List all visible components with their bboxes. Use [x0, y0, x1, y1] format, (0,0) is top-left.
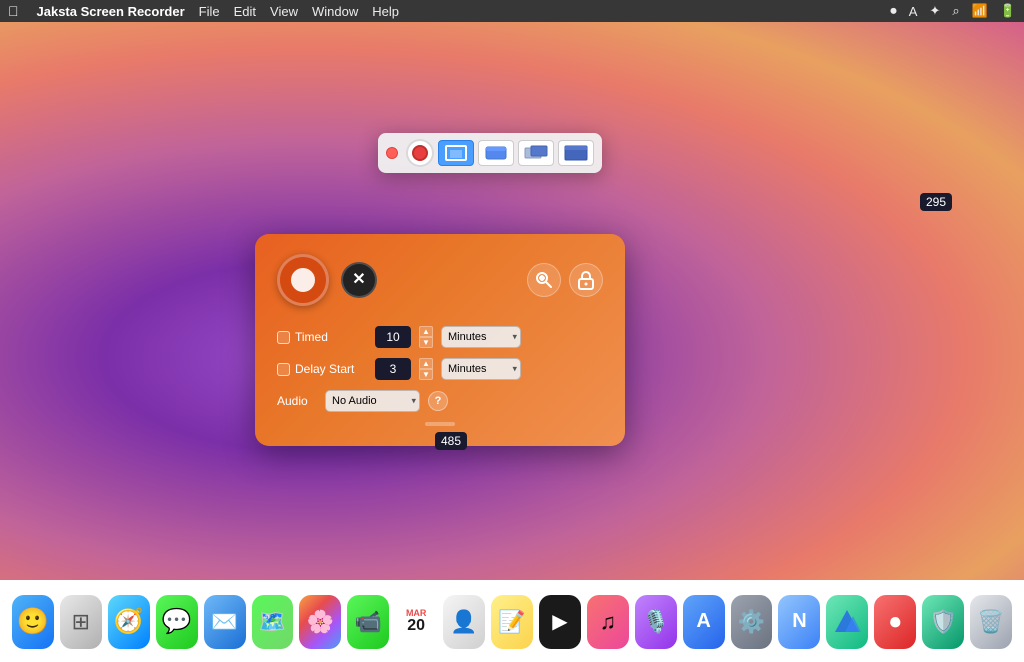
- dock-screensaver[interactable]: [826, 595, 868, 649]
- dock-finder[interactable]: 🙂: [12, 595, 54, 649]
- stop-x-icon: ✕: [352, 272, 365, 288]
- bluetooth-icon[interactable]: ✦: [929, 3, 940, 19]
- audio-help-button[interactable]: ?: [428, 391, 448, 411]
- delay-stepper-up[interactable]: ▲: [419, 358, 433, 369]
- apple-logo-icon: : [8, 3, 19, 19]
- record-button[interactable]: [277, 254, 329, 306]
- delay-stepper-down[interactable]: ▼: [419, 369, 433, 380]
- menubar-window[interactable]: Window: [312, 4, 358, 19]
- dock-appletv[interactable]: ▶: [539, 595, 581, 649]
- toolbar-record-button[interactable]: [406, 139, 434, 167]
- delay-unit-wrapper: Minutes Seconds Hours: [441, 358, 521, 380]
- dock-screen-recorder[interactable]: ⏺: [874, 595, 916, 649]
- dock-trash[interactable]: 🗑️: [970, 595, 1012, 649]
- battery-icon: 🔋: [1000, 3, 1016, 19]
- timed-stepper-up[interactable]: ▲: [419, 326, 433, 337]
- delay-unit-dropdown[interactable]: Minutes Seconds Hours: [441, 358, 521, 380]
- audio-label: Audio: [277, 394, 317, 408]
- delay-value-field[interactable]: 3: [375, 358, 411, 380]
- timed-unit-dropdown[interactable]: Minutes Seconds Hours: [441, 326, 521, 348]
- audio-dropdown[interactable]: No Audio System Audio Microphone: [325, 390, 420, 412]
- record-inner-icon: [288, 265, 318, 295]
- timed-checkbox[interactable]: [277, 331, 290, 344]
- dock-notes[interactable]: 📝: [491, 595, 533, 649]
- search-icon[interactable]: ⌕: [952, 3, 959, 19]
- handle-dot-icon: [425, 422, 455, 426]
- toolbar-window-button[interactable]: [478, 140, 514, 166]
- lock-icon: [577, 270, 595, 290]
- delay-row: Delay Start 3 ▲ ▼ Minutes Seconds Hours: [277, 358, 603, 380]
- coordinate-badge-485: 485: [435, 432, 467, 450]
- toolbar-region-button[interactable]: [438, 140, 474, 166]
- window-icon: [484, 144, 508, 162]
- timed-value-field[interactable]: 10: [375, 326, 411, 348]
- dock-system-preferences[interactable]: ⚙️: [731, 595, 773, 649]
- audio-row: Audio No Audio System Audio Microphone ?: [277, 390, 603, 412]
- dock-maps[interactable]: 🗺️: [252, 595, 294, 649]
- delay-label[interactable]: Delay Start: [277, 362, 367, 376]
- panel-handle: [277, 422, 603, 426]
- dock: 🙂 ⊞ 🧭 💬 ✉️ 🗺️ 🌸 📹 MAR 20 👤 📝 ▶ ♫: [0, 580, 1024, 662]
- menubar-app-name: Jaksta Screen Recorder: [37, 4, 185, 19]
- menubar:  Jaksta Screen Recorder File Edit View …: [0, 0, 1024, 22]
- dock-contacts[interactable]: 👤: [443, 595, 485, 649]
- dock-safari[interactable]: 🧭: [108, 595, 150, 649]
- delay-stepper[interactable]: ▲ ▼: [419, 358, 433, 380]
- dock-messages[interactable]: 💬: [156, 595, 198, 649]
- timed-stepper-down[interactable]: ▼: [419, 337, 433, 348]
- dock-calendar[interactable]: MAR 20: [395, 595, 437, 649]
- mountain-icon: [831, 606, 863, 638]
- dock-podcasts[interactable]: 🎙️: [635, 595, 677, 649]
- dock-nordvpn[interactable]: N: [778, 595, 820, 649]
- audio-wrapper: No Audio System Audio Microphone: [325, 390, 420, 412]
- delay-checkbox[interactable]: [277, 363, 290, 376]
- window2-icon: [524, 144, 548, 162]
- recorder-panel: ✕ T: [255, 234, 625, 446]
- toolbar-fullscreen-button[interactable]: [558, 140, 594, 166]
- timed-label[interactable]: Timed: [277, 330, 367, 344]
- dock-facetime[interactable]: 📹: [347, 595, 389, 649]
- toolbar-window: [378, 133, 602, 173]
- zoom-button[interactable]: [527, 263, 561, 297]
- fullscreen-icon: [564, 144, 588, 162]
- coordinate-badge-295: 295: [920, 193, 952, 211]
- zoom-icon: [534, 270, 554, 290]
- dock-music[interactable]: ♫: [587, 595, 629, 649]
- toolbar-window2-button[interactable]: [518, 140, 554, 166]
- record-dot-icon: [412, 145, 428, 161]
- toolbar-close-button[interactable]: [386, 147, 398, 159]
- lock-button[interactable]: [569, 263, 603, 297]
- region-icon: [444, 144, 468, 162]
- timed-unit-wrapper: Minutes Seconds Hours: [441, 326, 521, 348]
- dock-launchpad[interactable]: ⊞: [60, 595, 102, 649]
- dock-mail[interactable]: ✉️: [204, 595, 246, 649]
- menubar-help[interactable]: Help: [372, 4, 399, 19]
- stop-button[interactable]: ✕: [341, 262, 377, 298]
- dock-photos[interactable]: 🌸: [299, 595, 341, 649]
- camera-menubar-icon[interactable]: ⏺: [890, 3, 897, 19]
- timed-row: Timed 10 ▲ ▼ Minutes Seconds Hours: [277, 326, 603, 348]
- text-input-icon[interactable]: A: [909, 4, 918, 19]
- dock-adguard[interactable]: 🛡️: [922, 595, 964, 649]
- calendar-day-num: 20: [407, 618, 425, 634]
- menubar-file[interactable]: File: [199, 4, 220, 19]
- menubar-edit[interactable]: Edit: [234, 4, 256, 19]
- timed-stepper[interactable]: ▲ ▼: [419, 326, 433, 348]
- menubar-view[interactable]: View: [270, 4, 298, 19]
- wifi-icon[interactable]: 📶: [972, 3, 988, 19]
- dock-appstore[interactable]: A: [683, 595, 725, 649]
